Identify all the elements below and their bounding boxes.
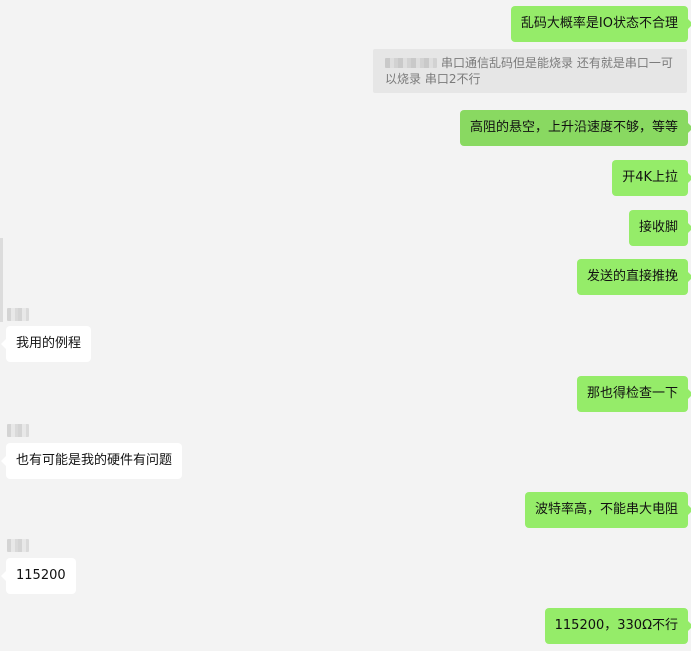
message-bubble-outgoing[interactable]: 115200，330Ω不行 <box>544 608 691 644</box>
message-text: 115200，330Ω不行 <box>554 618 678 633</box>
blurred-sender-name <box>7 424 29 437</box>
message-text: 发送的直接推挽 <box>586 269 678 284</box>
message-bubble-outgoing[interactable]: 发送的直接推挽 <box>576 259 691 295</box>
message-bubble-outgoing[interactable]: 乱码大概率是IO状态不合理 <box>510 6 691 42</box>
message-bubble-incoming[interactable]: 我用的例程 <box>0 326 92 362</box>
message-text: 接收脚 <box>638 220 678 235</box>
quoted-message[interactable]: 串口通信乱码但是能烧录 还有就是串口一可以烧录 串口2不行 <box>373 49 687 93</box>
message-text: 波特率高，不能串大电阻 <box>534 502 678 517</box>
message-bubble-outgoing[interactable]: 接收脚 <box>628 210 691 246</box>
message-bubble-outgoing[interactable]: 波特率高，不能串大电阻 <box>524 492 691 528</box>
message-bubble-incoming[interactable]: 115200 <box>1 558 76 594</box>
message-text: 也有可能是我的硬件有问题 <box>16 453 173 468</box>
scroll-indicator <box>0 238 3 322</box>
blurred-sender-name <box>7 308 29 321</box>
message-bubble-outgoing[interactable]: 高阻的悬空，上升沿速度不够，等等 <box>459 110 691 146</box>
message-text: 高阻的悬空，上升沿速度不够，等等 <box>469 120 678 135</box>
message-text: 115200 <box>16 568 66 583</box>
message-text: 我用的例程 <box>16 336 82 351</box>
message-text: 开4K上拉 <box>622 170 678 185</box>
message-bubble-outgoing[interactable]: 开4K上拉 <box>612 160 691 196</box>
blurred-sender-name <box>7 539 29 552</box>
blurred-sender-name <box>385 58 437 68</box>
message-bubble-outgoing[interactable]: 那也得检查一下 <box>576 376 691 412</box>
message-text: 乱码大概率是IO状态不合理 <box>520 16 678 31</box>
message-text: 那也得检查一下 <box>586 386 678 401</box>
message-bubble-incoming[interactable]: 也有可能是我的硬件有问题 <box>0 443 183 479</box>
